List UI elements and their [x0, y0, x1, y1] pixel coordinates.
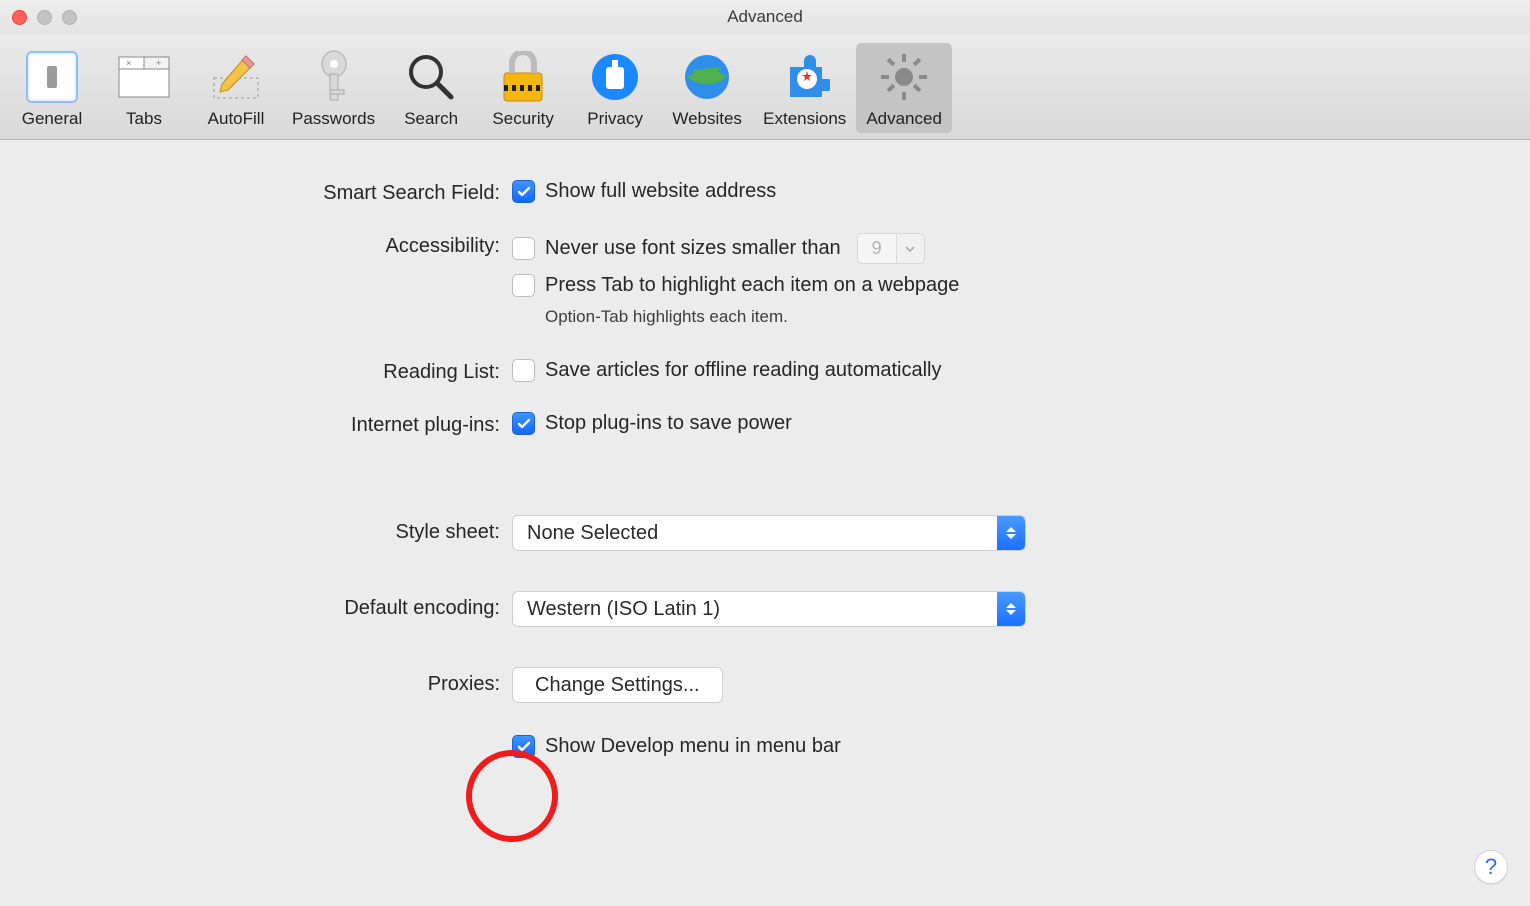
encoding-select[interactable]: Western (ISO Latin 1) — [512, 591, 1026, 627]
stop-plugins-checkbox[interactable] — [512, 412, 535, 435]
smart-search-label: Smart Search Field: — [0, 180, 512, 205]
window-title: Advanced — [727, 7, 803, 27]
show-full-address-label: Show full website address — [545, 180, 776, 203]
tab-label: Extensions — [763, 109, 846, 129]
preferences-toolbar: General ×+ Tabs AutoFill Passwords Searc… — [0, 34, 1530, 140]
content-pane: Smart Search Field: Show full website ad… — [0, 140, 1530, 758]
autofill-icon — [200, 47, 272, 107]
show-develop-menu-checkbox[interactable] — [512, 735, 535, 758]
tab-label: Privacy — [587, 109, 643, 129]
stop-plugins-label: Stop plug-ins to save power — [545, 412, 792, 435]
passwords-icon — [298, 47, 370, 107]
stylesheet-value: None Selected — [527, 522, 658, 545]
tabs-icon: ×+ — [108, 47, 180, 107]
change-settings-button[interactable]: Change Settings... — [512, 667, 723, 703]
tab-label: Security — [492, 109, 553, 129]
zoom-window-button[interactable] — [62, 10, 77, 25]
extensions-icon — [769, 47, 841, 107]
help-button[interactable]: ? — [1474, 850, 1508, 884]
tab-security[interactable]: Security — [477, 43, 569, 133]
tab-label: Websites — [672, 109, 742, 129]
window-controls — [12, 10, 77, 25]
privacy-icon — [579, 47, 651, 107]
tab-label: Tabs — [126, 109, 162, 129]
select-arrows-icon — [997, 592, 1025, 626]
websites-icon — [671, 47, 743, 107]
tab-privacy[interactable]: Privacy — [569, 43, 661, 133]
titlebar: Advanced — [0, 0, 1530, 34]
tab-extensions[interactable]: Extensions — [753, 43, 856, 133]
stylesheet-label: Style sheet: — [0, 515, 512, 544]
min-font-stepper[interactable]: 9 — [857, 233, 925, 264]
press-tab-checkbox[interactable] — [512, 274, 535, 297]
chevron-down-icon[interactable] — [896, 234, 924, 263]
tab-advanced[interactable]: Advanced — [856, 43, 952, 133]
select-arrows-icon — [997, 516, 1025, 550]
tab-general[interactable]: General — [6, 43, 98, 133]
tab-label: AutoFill — [208, 109, 265, 129]
svg-text:+: + — [156, 58, 161, 68]
general-icon — [16, 47, 88, 107]
tab-label: General — [22, 109, 82, 129]
close-window-button[interactable] — [12, 10, 27, 25]
tab-tabs[interactable]: ×+ Tabs — [98, 43, 190, 133]
encoding-label: Default encoding: — [0, 591, 512, 620]
min-font-label: Never use font sizes smaller than — [545, 237, 841, 260]
minimize-window-button[interactable] — [37, 10, 52, 25]
press-tab-label: Press Tab to highlight each item on a we… — [545, 274, 959, 297]
accessibility-label: Accessibility: — [0, 233, 512, 258]
advanced-icon — [868, 47, 940, 107]
min-font-value: 9 — [858, 238, 896, 259]
show-full-address-checkbox[interactable] — [512, 180, 535, 203]
svg-text:×: × — [126, 58, 131, 68]
show-develop-menu-label: Show Develop menu in menu bar — [545, 735, 841, 758]
tab-label: Advanced — [866, 109, 942, 129]
tab-passwords[interactable]: Passwords — [282, 43, 385, 133]
encoding-value: Western (ISO Latin 1) — [527, 598, 720, 621]
security-icon — [487, 47, 559, 107]
annotation-circle — [466, 750, 558, 842]
stylesheet-select[interactable]: None Selected — [512, 515, 1026, 551]
reading-list-label: Reading List: — [0, 359, 512, 384]
save-offline-label: Save articles for offline reading automa… — [545, 359, 942, 382]
plugins-label: Internet plug-ins: — [0, 412, 512, 437]
tab-autofill[interactable]: AutoFill — [190, 43, 282, 133]
tab-search[interactable]: Search — [385, 43, 477, 133]
tab-websites[interactable]: Websites — [661, 43, 753, 133]
proxies-label: Proxies: — [0, 667, 512, 696]
tab-label: Search — [404, 109, 458, 129]
min-font-checkbox[interactable] — [512, 237, 535, 260]
save-offline-checkbox[interactable] — [512, 359, 535, 382]
option-tab-hint: Option-Tab highlights each item. — [545, 307, 959, 327]
search-icon — [395, 47, 467, 107]
tab-label: Passwords — [292, 109, 375, 129]
